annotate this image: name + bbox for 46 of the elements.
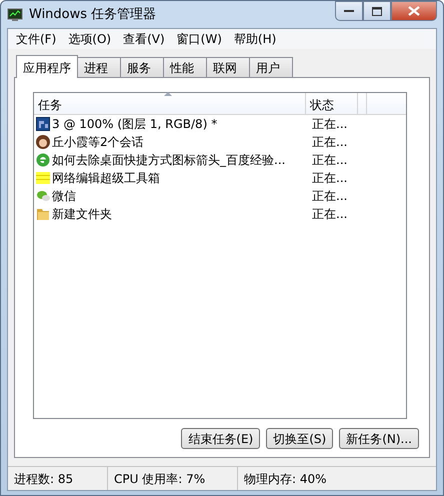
maximize-icon <box>372 6 382 16</box>
photoshop-icon <box>36 117 50 131</box>
task-name[interactable]: 如何去除桌面快捷方式图标箭头_百度经验... <box>52 151 286 169</box>
task-name[interactable]: 微信 <box>52 187 76 205</box>
status-cell-text: 正在... <box>311 188 348 205</box>
action-button[interactable]: 新任务(N)... <box>339 428 419 449</box>
minimize-icon <box>344 9 354 13</box>
monitor-icon <box>7 8 23 22</box>
close-button[interactable] <box>391 1 437 21</box>
sort-arrow-icon <box>164 91 172 96</box>
column-header[interactable]: 状态 <box>306 93 358 114</box>
tab[interactable]: 进程 <box>77 57 121 77</box>
column-header[interactable]: 任务 <box>34 93 306 114</box>
task-name[interactable]: 新建文件夹 <box>52 205 112 223</box>
maximize-button[interactable] <box>363 1 391 21</box>
status-cell-text: 正在... <box>311 116 348 133</box>
status-cell-text: 正在... <box>311 206 348 223</box>
status-cell-text: 正在... <box>311 170 348 187</box>
menu-item[interactable]: 查看(V) <box>119 30 173 48</box>
status-cell-text: 正在... <box>311 152 348 169</box>
task-name[interactable]: 网络编辑超级工具箱 <box>52 169 160 187</box>
menu-item[interactable]: 选项(O) <box>64 30 120 48</box>
status-cell-text: 正在... <box>311 134 348 151</box>
tab[interactable]: 用户 <box>249 57 293 77</box>
toolbox-icon <box>36 171 50 185</box>
task-name[interactable]: 丘小霞等2个会话 <box>52 133 144 151</box>
menu-item[interactable]: 帮助(H) <box>230 30 284 48</box>
action-button[interactable]: 切换至(S) <box>266 428 334 449</box>
tab[interactable]: 性能 <box>163 57 207 77</box>
close-icon <box>408 6 420 16</box>
chat-icon <box>36 189 50 203</box>
folder-icon <box>36 207 50 221</box>
task-name[interactable]: 3 @ 100% (图层 1, RGB/8) * <box>52 115 218 133</box>
tab[interactable]: 联网 <box>206 57 250 77</box>
status-text: 物理内存: 40% <box>243 470 328 488</box>
tab[interactable]: 应用程序 <box>16 55 78 78</box>
menu-item[interactable]: 窗口(W) <box>172 30 230 48</box>
status-text: 进程数: 85 <box>8 467 108 490</box>
minimize-button[interactable] <box>335 1 363 21</box>
browser-icon <box>36 153 50 167</box>
tab[interactable]: 服务 <box>120 57 164 77</box>
avatar-icon <box>36 135 50 149</box>
window-title: Windows 任务管理器 <box>29 6 156 24</box>
menu-item[interactable]: 文件(F) <box>12 30 64 48</box>
action-button[interactable]: 结束任务(E) <box>181 428 260 449</box>
status-text: CPU 使用率: 7% <box>108 467 238 490</box>
